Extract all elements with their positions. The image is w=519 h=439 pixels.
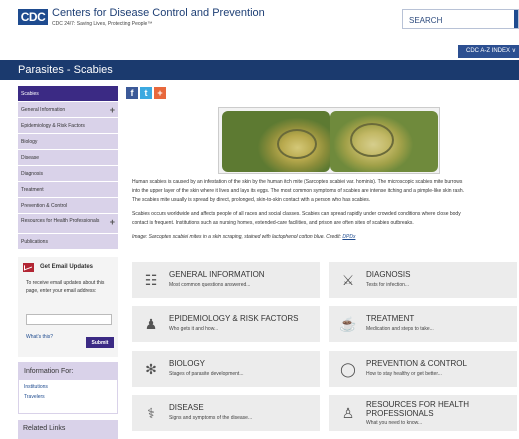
tile-subtitle: How to stay healthy or get better... bbox=[366, 371, 442, 377]
tile-title: BIOLOGY bbox=[169, 359, 206, 368]
tile-subtitle: Who gets it and how... bbox=[169, 326, 219, 332]
whats-this-link[interactable]: What's this? bbox=[26, 334, 53, 340]
tile-biology[interactable]: ✻ BIOLOGY Stages of parasite development… bbox=[132, 351, 320, 387]
email-icon bbox=[23, 263, 34, 272]
sidebar-nav: Scabies General Information + Epidemiolog… bbox=[18, 86, 118, 250]
institutions-link[interactable]: Institutions bbox=[19, 382, 117, 392]
tile-title: DISEASE bbox=[169, 403, 204, 412]
search-input[interactable] bbox=[403, 11, 518, 30]
prevention-icon: ◯ bbox=[340, 361, 356, 377]
page-banner: Parasites - Scabies bbox=[0, 60, 519, 80]
sidebar-item-treatment[interactable]: Treatment bbox=[18, 182, 118, 198]
mortar-pestle-icon: ☕ bbox=[339, 316, 357, 332]
sidebar-item-epidemiology[interactable]: Epidemiology & Risk Factors bbox=[18, 118, 118, 134]
share-more-icon[interactable]: + bbox=[154, 87, 166, 99]
professionals-icon: ♙ bbox=[341, 405, 355, 421]
micrograph-panel-left bbox=[222, 111, 330, 172]
travelers-link[interactable]: Travelers bbox=[19, 392, 117, 402]
email-updates-box: Get Email Updates To receive email updat… bbox=[18, 257, 118, 357]
sidebar-item-label: Diagnosis bbox=[21, 171, 43, 177]
tile-treatment[interactable]: ☕ TREATMENT Medication and steps to take… bbox=[329, 306, 517, 342]
sidebar-item-label: Publications bbox=[21, 239, 48, 245]
sidebar-item-label: Prevention & Control bbox=[21, 203, 68, 209]
tile-prevention[interactable]: ◯ PREVENTION & CONTROL How to stay healt… bbox=[329, 351, 517, 387]
sidebar-item-biology[interactable]: Biology bbox=[18, 134, 118, 150]
submit-button[interactable]: Submit bbox=[86, 337, 114, 348]
tile-general-information[interactable]: ☷ GENERAL INFORMATION Most common questi… bbox=[132, 262, 320, 298]
tile-subtitle: What you need to know... bbox=[366, 420, 423, 426]
sidebar-item-label: Biology bbox=[21, 139, 38, 145]
credit-link[interactable]: DPDx bbox=[342, 234, 355, 240]
biology-icon: ✻ bbox=[145, 361, 157, 377]
microscope-icon: ⚔ bbox=[341, 272, 355, 288]
cdc-logo[interactable]: CDC bbox=[18, 9, 48, 25]
sidebar-item-diagnosis[interactable]: Diagnosis bbox=[18, 166, 118, 182]
tile-subtitle: Signs and symptoms of the disease... bbox=[169, 415, 253, 421]
tile-subtitle: Medication and steps to take... bbox=[366, 326, 434, 332]
sidebar-item-general-information[interactable]: General Information + bbox=[18, 102, 118, 118]
sidebar-item-publications[interactable]: Publications bbox=[18, 234, 118, 250]
tile-title: RESOURCES FOR HEALTH PROFESSIONALS bbox=[366, 400, 469, 418]
tile-title: DIAGNOSIS bbox=[366, 270, 411, 279]
page-title: Parasites - Scabies bbox=[18, 64, 113, 76]
sidebar-item-label: General Information bbox=[21, 107, 66, 113]
sidebar-item-label: Resources for Health Professionals bbox=[21, 218, 100, 224]
sidebar-item-label: Treatment bbox=[21, 187, 44, 193]
clipboard-icon: ☷ bbox=[144, 272, 158, 288]
related-links-header[interactable]: Related Links bbox=[18, 420, 118, 439]
tile-epidemiology[interactable]: ♟ EPIDEMIOLOGY & RISK FACTORS Who gets i… bbox=[132, 306, 320, 342]
sidebar-item-label: Disease bbox=[21, 155, 40, 161]
tile-title: GENERAL INFORMATION bbox=[169, 270, 265, 279]
epidemiology-paragraph-line: Scabies occurs worldwide and affects peo… bbox=[132, 211, 461, 217]
tile-subtitle: Stages of parasite development... bbox=[169, 371, 244, 377]
site-title[interactable]: Centers for Disease Control and Preventi… bbox=[52, 7, 265, 19]
epidemiology-paragraph-line: contact is frequent. Institutions such a… bbox=[132, 220, 414, 226]
micrograph-panel-right bbox=[330, 111, 438, 172]
tile-title: EPIDEMIOLOGY & RISK FACTORS bbox=[169, 314, 299, 323]
atoz-index-button[interactable]: CDC A-Z INDEX ∨ bbox=[458, 45, 519, 58]
sidebar-item-disease[interactable]: Disease bbox=[18, 150, 118, 166]
people-icon: ♟ bbox=[144, 316, 158, 332]
email-updates-title: Get Email Updates bbox=[40, 264, 94, 270]
site-tagline: CDC 24/7: Saving Lives, Protecting Peopl… bbox=[52, 21, 153, 27]
email-updates-text: To receive email updates about this page… bbox=[26, 280, 105, 294]
facebook-icon[interactable]: f bbox=[126, 87, 138, 99]
sidebar-item-scabies[interactable]: Scabies bbox=[18, 86, 118, 102]
sidebar-item-label: Epidemiology & Risk Factors bbox=[21, 123, 85, 129]
twitter-icon[interactable]: t bbox=[140, 87, 152, 99]
sidebar-item-resources[interactable]: Resources for Health Professionals + bbox=[18, 214, 118, 234]
scabies-mite-image bbox=[218, 107, 440, 174]
information-for-box: Information For: Institutions Travelers bbox=[18, 362, 118, 414]
tile-subtitle: Tests for infection... bbox=[366, 282, 410, 288]
intro-paragraph-line: The scabies mite usually is spread by di… bbox=[132, 197, 371, 203]
caption-text: Image: Sarcoptes scabiei mites in a skin… bbox=[132, 234, 343, 240]
sidebar-item-label: Scabies bbox=[21, 91, 39, 97]
tile-title: PREVENTION & CONTROL bbox=[366, 359, 467, 368]
image-caption: Image: Sarcoptes scabiei mites in a skin… bbox=[132, 233, 519, 242]
intro-paragraph-line: Human scabies is caused by an infestatio… bbox=[132, 179, 463, 185]
email-field[interactable] bbox=[26, 314, 112, 325]
site-header: CDC Centers for Disease Control and Prev… bbox=[0, 0, 519, 40]
search-button[interactable] bbox=[514, 10, 518, 28]
tile-title: TREATMENT bbox=[366, 314, 415, 323]
information-for-title: Information For: bbox=[19, 363, 117, 380]
tile-resources[interactable]: ♙ RESOURCES FOR HEALTH PROFESSIONALS Wha… bbox=[329, 395, 517, 431]
intro-paragraph-line: into the upper layer of the skin where i… bbox=[132, 188, 465, 194]
tile-diagnosis[interactable]: ⚔ DIAGNOSIS Tests for infection... bbox=[329, 262, 517, 298]
search-box bbox=[402, 9, 519, 30]
expand-icon[interactable]: + bbox=[110, 102, 115, 117]
tile-subtitle: Most common questions answered... bbox=[169, 282, 251, 288]
expand-icon[interactable]: + bbox=[110, 217, 115, 227]
sidebar-item-prevention[interactable]: Prevention & Control bbox=[18, 198, 118, 214]
stethoscope-icon: ⚕ bbox=[147, 405, 155, 421]
tile-disease[interactable]: ⚕ DISEASE Signs and symptoms of the dise… bbox=[132, 395, 320, 431]
